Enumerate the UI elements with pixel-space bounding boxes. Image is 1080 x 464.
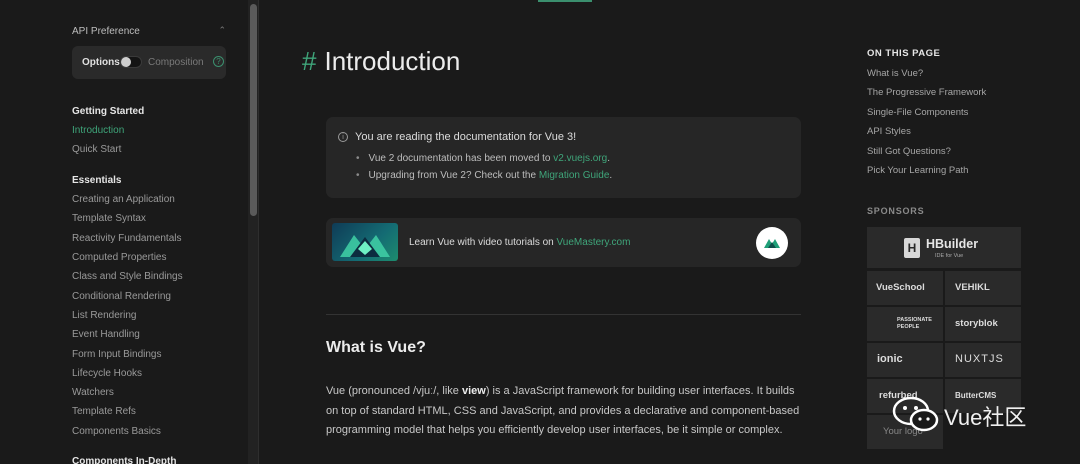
- sidebar-item-form-input-bindings[interactable]: Form Input Bindings: [72, 349, 162, 360]
- sidebar-item-list-rendering[interactable]: List Rendering: [72, 310, 136, 321]
- hbuilder-logo-icon: H: [904, 238, 920, 258]
- sponsors-heading: SPONSORS: [867, 206, 925, 216]
- question-mark-icon[interactable]: ?: [213, 56, 224, 67]
- options-api-label[interactable]: Options: [82, 57, 120, 68]
- sidebar-heading-components-in-depth: Components In-Depth: [72, 456, 177, 464]
- sidebar-item-quick-start[interactable]: Quick Start: [72, 144, 121, 155]
- toc-item-still-got-questions[interactable]: Still Got Questions?: [867, 146, 951, 157]
- sidebar-item-watchers[interactable]: Watchers: [72, 387, 114, 398]
- toc-item-pick-learning-path[interactable]: Pick Your Learning Path: [867, 165, 968, 176]
- section-divider: [326, 314, 801, 315]
- toggle-knob: [121, 57, 131, 67]
- vuemastery-banner[interactable]: Learn Vue with video tutorials on VueMas…: [326, 218, 801, 267]
- vuemastery-link[interactable]: VueMastery.com: [557, 237, 631, 248]
- vehikl-logo: VEHIKL: [955, 282, 990, 293]
- sponsor-passionate-people[interactable]: PASSIONATE PEOPLE: [867, 307, 943, 341]
- section-heading-what-is-vue: What is Vue?: [326, 339, 426, 356]
- toc-item-api-styles[interactable]: API Styles: [867, 126, 911, 137]
- sidebar-item-class-and-style-bindings[interactable]: Class and Style Bindings: [72, 271, 183, 282]
- watermark-text: Vue社区: [944, 405, 1027, 430]
- api-preference-switch-box: Options Composition ?: [72, 46, 226, 79]
- notice-item-migration: Upgrading from Vue 2? Check out the Migr…: [356, 170, 613, 181]
- vueschool-logo: VueSchool: [876, 282, 925, 293]
- vuemastery-thumbnail: [332, 223, 398, 261]
- sidebar-heading-getting-started: Getting Started: [72, 106, 145, 117]
- sidebar-item-computed-properties[interactable]: Computed Properties: [72, 252, 167, 263]
- hbuilder-tagline: IDE for Vue: [935, 253, 964, 259]
- sponsor-vueschool[interactable]: VueSchool: [867, 271, 943, 305]
- sidebar-item-reactivity-fundamentals[interactable]: Reactivity Fundamentals: [72, 233, 182, 244]
- sponsor-hbuilder[interactable]: H HBuilder IDE for Vue: [867, 227, 1021, 268]
- notice-title: You are reading the documentation for Vu…: [355, 131, 577, 143]
- sidebar-item-introduction[interactable]: Introduction: [72, 125, 124, 136]
- sidebar-item-template-refs[interactable]: Template Refs: [72, 406, 136, 417]
- info-icon: i: [338, 132, 348, 142]
- top-accent-bar: [538, 0, 592, 2]
- sponsor-ionic[interactable]: ionic: [867, 343, 943, 377]
- notice-item-v2-docs: Vue 2 documentation has been moved to v2…: [356, 153, 610, 164]
- passionate-people-logo: PASSIONATE PEOPLE: [897, 317, 932, 330]
- vuemastery-logo-icon: [756, 227, 788, 259]
- sidebar-item-creating-an-application[interactable]: Creating an Application: [72, 194, 175, 205]
- sponsor-vehikl[interactable]: VEHIKL: [945, 271, 1021, 305]
- sponsor-nuxtjs[interactable]: NUXTJS: [945, 343, 1021, 377]
- sidebar-scrollbar-thumb[interactable]: [250, 4, 257, 216]
- toc-item-progressive-framework[interactable]: The Progressive Framework: [867, 87, 986, 98]
- api-preference-label: API Preference: [72, 26, 140, 37]
- intro-paragraph: Vue (pronounced /vjuː/, like view) is a …: [326, 385, 800, 436]
- sidebar-item-template-syntax[interactable]: Template Syntax: [72, 213, 146, 224]
- sponsor-storyblok[interactable]: storyblok: [945, 307, 1021, 341]
- vue3-notice-box: i You are reading the documentation for …: [326, 117, 801, 198]
- sidebar-heading-essentials: Essentials: [72, 175, 122, 186]
- chevron-up-icon: ⌃: [218, 25, 226, 35]
- wechat-watermark: Vue社区: [892, 393, 1052, 437]
- title-anchor-hash[interactable]: #: [302, 46, 316, 76]
- page-title: # Introduction: [302, 46, 460, 77]
- on-this-page-heading: ON THIS PAGE: [867, 48, 941, 59]
- sidebar-item-components-basics[interactable]: Components Basics: [72, 426, 161, 437]
- vuemastery-text: Learn Vue with video tutorials on VueMas…: [409, 237, 631, 248]
- storyblok-logo: storyblok: [955, 318, 998, 329]
- migration-guide-link[interactable]: Migration Guide: [539, 170, 610, 181]
- v2-docs-link[interactable]: v2.vuejs.org: [553, 153, 607, 164]
- emphasis-view: view: [461, 385, 486, 397]
- composition-api-label[interactable]: Composition: [148, 57, 204, 68]
- api-preference-header[interactable]: API Preference ⌃: [72, 25, 226, 37]
- sidebar-item-lifecycle-hooks[interactable]: Lifecycle Hooks: [72, 368, 142, 379]
- sidebar-item-conditional-rendering[interactable]: Conditional Rendering: [72, 291, 171, 302]
- ionic-logo: ionic: [877, 353, 903, 365]
- sidebar-item-event-handling[interactable]: Event Handling: [72, 329, 140, 340]
- toc-item-single-file-components[interactable]: Single-File Components: [867, 107, 968, 118]
- hbuilder-name: HBuilder: [926, 237, 979, 251]
- nuxtjs-logo: NUXTJS: [955, 353, 1004, 365]
- toc-item-what-is-vue[interactable]: What is Vue?: [867, 68, 923, 79]
- page-title-text: Introduction: [324, 46, 461, 76]
- wechat-icon: [892, 396, 939, 432]
